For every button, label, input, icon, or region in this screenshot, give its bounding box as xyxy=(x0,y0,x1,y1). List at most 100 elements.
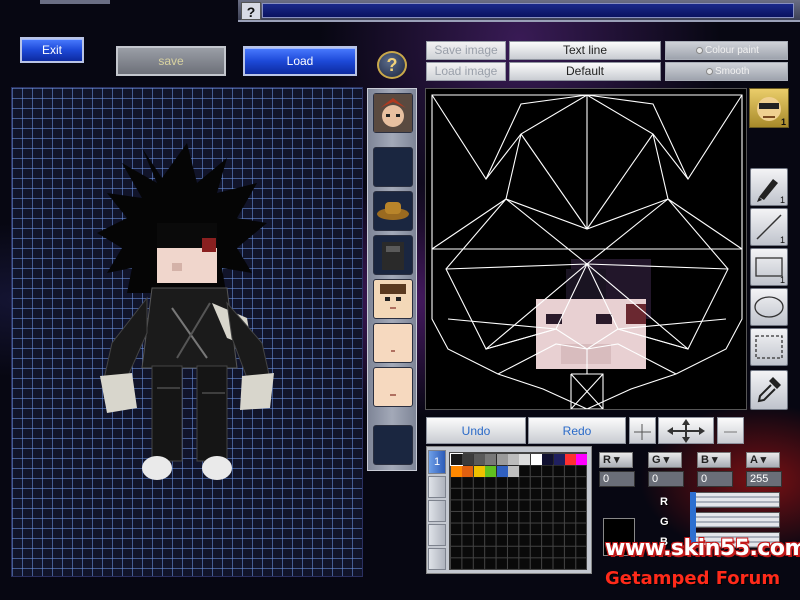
slot-face-mouth[interactable] xyxy=(373,323,413,363)
colour-paint-option[interactable]: Colour paint xyxy=(665,41,788,60)
color-swatch[interactable] xyxy=(450,453,463,466)
palette-tab-3[interactable] xyxy=(428,500,446,522)
top-status-field xyxy=(262,3,794,18)
slot-face-eyes[interactable] xyxy=(373,279,413,319)
color-swatch[interactable] xyxy=(462,454,474,465)
minus-icon xyxy=(724,431,737,433)
red-slider[interactable] xyxy=(690,492,780,508)
radio-icon xyxy=(706,68,713,75)
undo-button[interactable]: Undo xyxy=(426,417,526,444)
rectangle-tool[interactable]: 1 xyxy=(750,248,788,286)
slot-empty[interactable] xyxy=(373,147,413,187)
selection-tool[interactable] xyxy=(750,328,788,366)
ellipse-tool[interactable] xyxy=(750,288,788,326)
color-swatch[interactable] xyxy=(473,454,485,465)
color-swatch[interactable] xyxy=(508,465,519,477)
marquee-icon xyxy=(755,335,783,359)
crosshair-button[interactable] xyxy=(629,417,656,444)
green-label: G ▾ xyxy=(648,452,682,468)
minus-button[interactable] xyxy=(717,417,744,444)
help-button[interactable]: ? xyxy=(377,51,407,79)
color-swatch[interactable] xyxy=(576,454,588,465)
color-swatch-grid[interactable] xyxy=(449,452,588,570)
pen-tool[interactable]: 1 xyxy=(750,168,788,206)
color-swatch[interactable] xyxy=(496,454,508,465)
color-swatch[interactable] xyxy=(485,454,497,465)
palette-tabs: 1 xyxy=(428,450,446,572)
alpha-value-field[interactable]: 255 xyxy=(746,471,782,487)
chevron-down-icon: ▾ xyxy=(708,454,718,466)
green-value-field[interactable]: 0 xyxy=(648,471,684,487)
color-swatch[interactable] xyxy=(553,454,565,465)
red-value-field[interactable]: 0 xyxy=(599,471,635,487)
wireframe-lines xyxy=(431,94,743,409)
rect-count: 1 xyxy=(779,275,785,285)
blue-label: B ▾ xyxy=(697,452,731,468)
body-icon xyxy=(382,242,404,270)
color-swatch[interactable] xyxy=(485,465,497,477)
palette-tab-4[interactable] xyxy=(428,524,446,546)
portrait-icon xyxy=(374,94,412,132)
blue-value-field[interactable]: 0 xyxy=(697,471,733,487)
line-tool[interactable]: 1 xyxy=(750,208,788,246)
texture-preview[interactable] xyxy=(425,88,747,410)
smooth-option[interactable]: Smooth xyxy=(665,62,788,81)
color-swatch[interactable] xyxy=(519,454,531,465)
color-swatch[interactable] xyxy=(496,465,508,477)
color-swatch[interactable] xyxy=(565,454,576,465)
color-swatch[interactable] xyxy=(542,454,554,465)
chevron-down-icon: ▾ xyxy=(610,454,620,466)
eyedropper-tool[interactable] xyxy=(750,370,788,410)
exit-button[interactable]: Exit xyxy=(20,37,84,63)
slot-face-blank[interactable] xyxy=(373,367,413,407)
alpha-label: A ▾ xyxy=(746,452,780,468)
palette-tab-1[interactable]: 1 xyxy=(428,450,446,474)
palette-tab-5[interactable] xyxy=(428,548,446,570)
save-image-button[interactable]: Save image xyxy=(426,41,506,60)
character-avatar xyxy=(97,143,274,480)
save-button[interactable]: save xyxy=(116,46,226,76)
color-swatch[interactable] xyxy=(462,465,474,477)
text-line-button[interactable]: Text line xyxy=(509,41,661,60)
color-swatch[interactable] xyxy=(530,454,542,465)
red-slider-label: R xyxy=(660,496,668,508)
green-letter: G xyxy=(652,454,661,466)
slot-empty-bottom[interactable] xyxy=(373,425,413,465)
skin-editor-window: ? Exit save Load ? Save image Load image… xyxy=(0,0,800,600)
green-slider-label: G xyxy=(660,516,669,528)
top-left-strip xyxy=(40,0,110,4)
smooth-label: Smooth xyxy=(715,66,750,77)
pen-count: 1 xyxy=(779,195,785,205)
top-help-button[interactable]: ? xyxy=(241,2,261,20)
default-button[interactable]: Default xyxy=(509,62,661,81)
character-preview-grid[interactable] xyxy=(11,87,363,577)
color-swatch[interactable] xyxy=(473,465,485,477)
slot-head-portrait[interactable] xyxy=(373,93,413,133)
redo-button[interactable]: Redo xyxy=(528,417,626,444)
alpha-letter: A xyxy=(750,454,758,466)
color-swatch[interactable] xyxy=(451,465,462,477)
watermark-forum: Getamped Forum xyxy=(605,568,781,589)
face-icon xyxy=(380,284,406,309)
character-body xyxy=(100,287,274,480)
load-image-button[interactable]: Load image xyxy=(426,62,506,81)
palette-tab-2[interactable] xyxy=(428,476,446,498)
uv-wireframe xyxy=(431,94,743,409)
move-arrows-icon xyxy=(667,419,705,443)
green-slider[interactable] xyxy=(690,512,780,528)
watermark-url: www.skin55.com xyxy=(605,536,800,561)
load-button[interactable]: Load xyxy=(243,46,357,76)
slot-hat[interactable] xyxy=(373,191,413,231)
color-swatch[interactable] xyxy=(508,454,519,465)
character-face xyxy=(157,223,217,283)
chevron-down-icon: ▾ xyxy=(660,454,670,466)
eyedropper-icon xyxy=(757,377,781,403)
red-letter: R xyxy=(603,454,611,466)
line-count: 1 xyxy=(779,235,785,245)
hat-icon xyxy=(377,202,409,220)
radio-icon xyxy=(696,47,703,54)
move-button[interactable] xyxy=(658,417,714,444)
slot-body[interactable] xyxy=(373,235,413,275)
tool-column: 1 1 1 xyxy=(750,88,788,413)
crosshair-icon xyxy=(634,424,651,440)
